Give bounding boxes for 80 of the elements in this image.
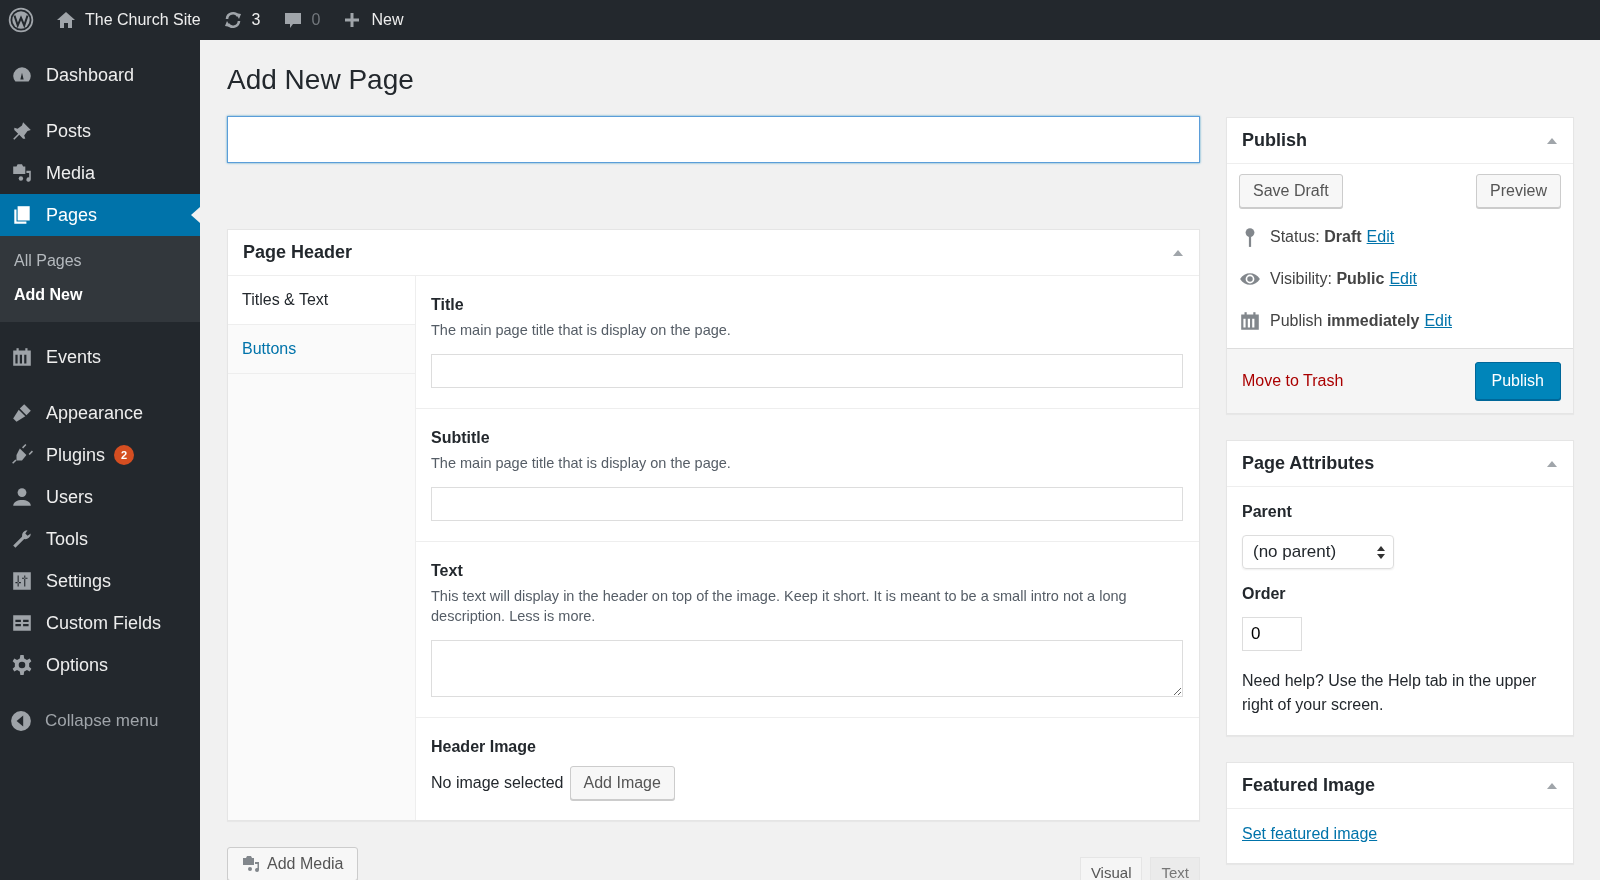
publish-setting: Publish immediately [1270, 312, 1420, 330]
panel-title: Publish [1242, 130, 1307, 151]
save-draft-button[interactable]: Save Draft [1239, 174, 1343, 208]
parent-select[interactable]: (no parent) [1242, 535, 1394, 569]
publish-setting: Status: Draft [1270, 228, 1362, 246]
refresh-icon[interactable] [222, 10, 243, 30]
sidebar-menu-item[interactable]: Pages [0, 194, 200, 236]
sidebar-menu-item[interactable]: Custom Fields [0, 602, 200, 644]
order-input[interactable]: 0 [1242, 617, 1302, 651]
collapse-toggle-icon[interactable] [1547, 460, 1557, 467]
field-description: The main page title that is display on the page. [431, 321, 732, 340]
editor-tab[interactable]: Text [1150, 857, 1200, 880]
field-label: Order [1242, 585, 1287, 603]
editor-tab[interactable]: Visual [1079, 857, 1143, 880]
panel-title: Page Header [243, 242, 353, 263]
home-icon[interactable] [56, 10, 76, 30]
calendar-icon [1239, 310, 1261, 332]
panel-title: Featured Image [1242, 775, 1376, 796]
sidebar-menu-item[interactable]: Users [0, 476, 200, 518]
sidebar-menu-item[interactable]: Tools [0, 518, 200, 560]
field-label: Text [431, 562, 464, 580]
field-label: Header Image [431, 738, 537, 756]
new-link[interactable]: New [371, 11, 404, 29]
edit-link[interactable]: Edit [1366, 228, 1395, 246]
set-featured-image-link[interactable]: Set featured image [1242, 825, 1378, 842]
image-status: No image selected [431, 774, 564, 792]
field-description: This text will display in the header on top of the image. Keep it short. It is meant to be a small intro not a long description. Less is more. [431, 587, 1128, 626]
sidebar-menu-item[interactable]: Dashboard [0, 54, 200, 96]
add-media-button[interactable]: Add Media [227, 847, 358, 880]
camera-icon [11, 162, 33, 184]
publish-button[interactable]: Publish [1474, 362, 1561, 400]
sidebar-menu-item[interactable]: Appearance [0, 392, 200, 434]
sidebar-menu-item[interactable]: Events [0, 336, 200, 378]
field-label: Subtitle [431, 429, 491, 447]
pushpin-icon [11, 120, 33, 142]
add-image-button[interactable]: Add Image [569, 766, 675, 800]
pages-icon [11, 204, 33, 226]
title-input[interactable] [227, 116, 1200, 163]
calendar-icon [11, 346, 33, 368]
sidebar-menu-item[interactable]: Posts [0, 110, 200, 152]
wrench-icon [11, 528, 33, 550]
site-name-link[interactable]: The Church Site [85, 11, 201, 29]
edit-link[interactable]: Edit [1389, 270, 1417, 288]
sidebar-menu-item[interactable]: Media [0, 152, 200, 194]
move-to-trash-link[interactable]: Move to Trash [1242, 372, 1344, 390]
field-label: Title [431, 296, 465, 314]
collapse-toggle-icon[interactable] [1173, 249, 1183, 256]
preview-button[interactable]: Preview [1476, 174, 1561, 208]
panel-tab[interactable]: Titles & Text [228, 276, 415, 325]
sliders-icon [11, 570, 33, 592]
submenu-item[interactable]: Add New [0, 278, 200, 312]
textarea-field[interactable] [431, 640, 1183, 697]
help-text: Need help? Use the Help tab in the upper right of your screen. [1242, 671, 1538, 715]
paintbrush-icon [11, 402, 33, 424]
field-label: Parent [1242, 503, 1293, 521]
update-count-badge: 2 [114, 445, 135, 465]
publish-setting: Visibility: Public [1270, 270, 1385, 288]
comment-icon[interactable] [282, 10, 303, 30]
collapse-menu-button[interactable]: Collapse menu [0, 700, 200, 742]
gear-icon [11, 654, 33, 676]
panel-title: Page Attributes [1242, 453, 1375, 474]
panel-tab[interactable]: Buttons [228, 325, 415, 374]
sidebar-menu-item[interactable]: Settings [0, 560, 200, 602]
field-description: The main page title that is display on the page. [431, 454, 732, 473]
text-input[interactable] [431, 487, 1183, 521]
sidebar-menu-item[interactable]: Plugins 2 [0, 434, 200, 476]
submenu-item[interactable]: All Pages [0, 244, 200, 278]
text-input[interactable] [431, 354, 1183, 388]
collapse-toggle-icon[interactable] [1547, 782, 1557, 789]
collapse-toggle-icon[interactable] [1547, 137, 1557, 144]
camera-icon [241, 854, 261, 874]
current-indicator [191, 207, 200, 223]
logo-icon[interactable] [8, 7, 34, 33]
sidebar-menu-item[interactable]: Options [0, 644, 200, 686]
page-heading: Add New Page [227, 63, 415, 97]
user-icon [11, 486, 33, 508]
updates-count[interactable]: 3 [251, 11, 261, 29]
plug-icon [11, 444, 33, 466]
edit-link[interactable]: Edit [1424, 312, 1452, 330]
table-icon [11, 612, 33, 634]
